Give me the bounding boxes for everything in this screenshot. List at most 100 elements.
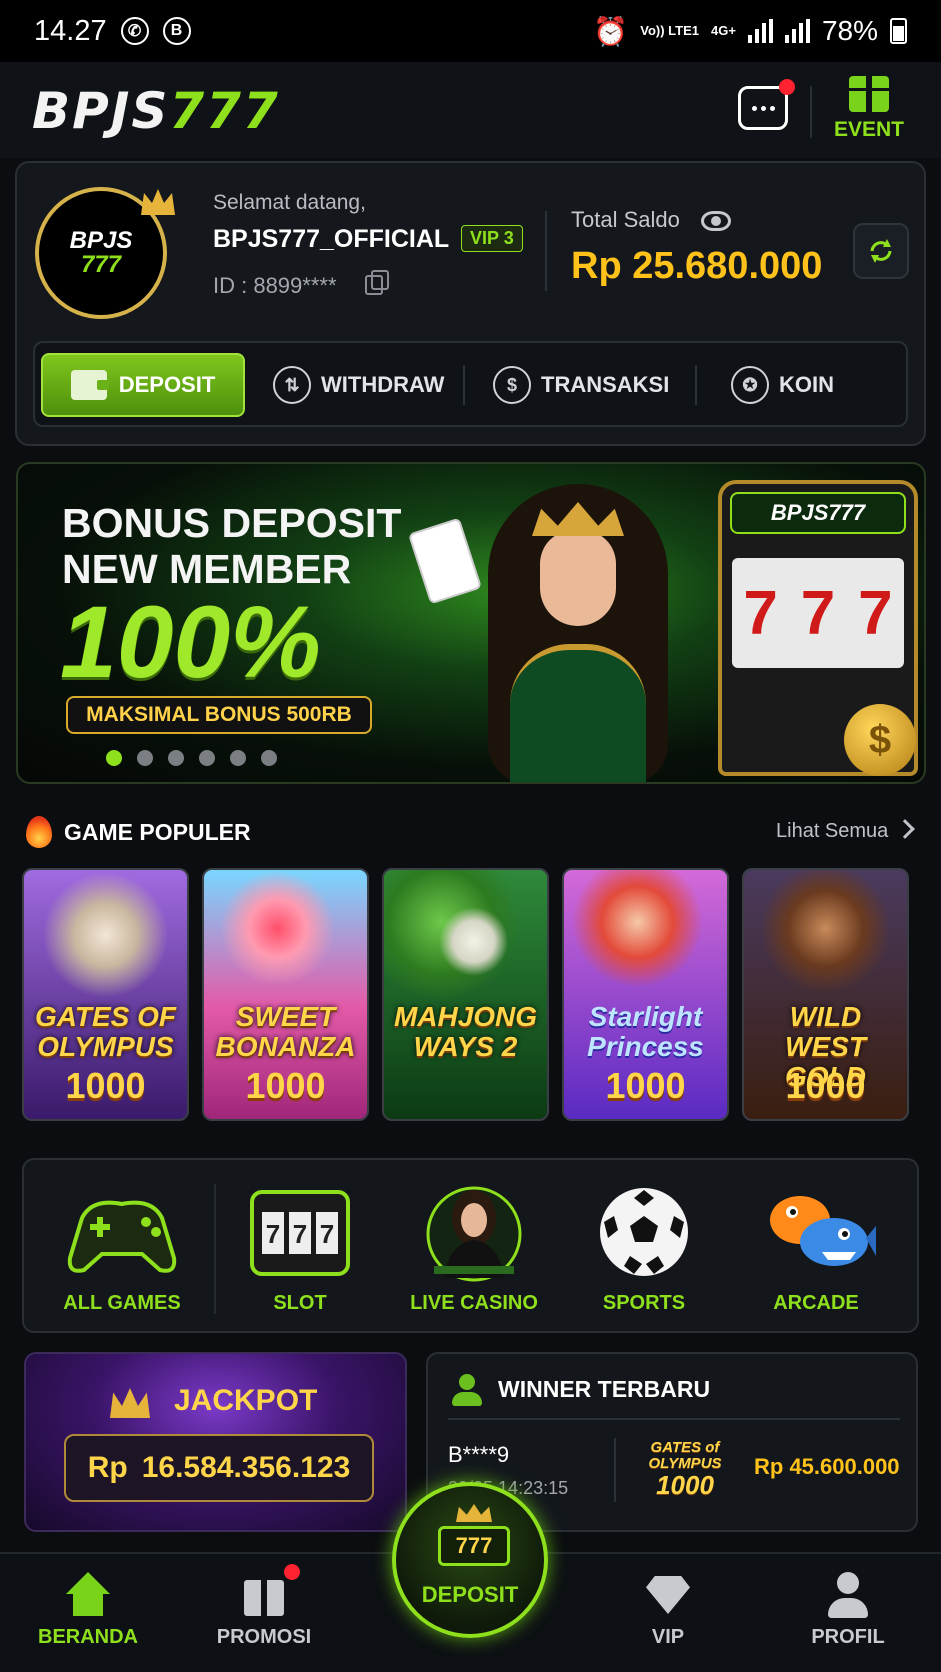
category-slot[interactable]: 777 SLOT: [220, 1178, 380, 1315]
nav-beranda[interactable]: BERANDA: [18, 1572, 158, 1649]
carousel-dot[interactable]: [199, 750, 215, 766]
status-bar: 14.27 ✆ B ⏰ Vo)) LTE1 4G+ 78%: [0, 0, 941, 62]
nav-deposit-button[interactable]: 777 DEPOSIT: [392, 1482, 548, 1638]
carousel-dots[interactable]: [106, 750, 277, 766]
profile-divider: [545, 211, 547, 291]
battery-icon: [890, 18, 907, 44]
category-sports[interactable]: SPORTS: [564, 1178, 724, 1315]
profile-card: BPJS 777 Selamat datang, BPJS777_OFFICIA…: [15, 161, 926, 446]
nav-promosi[interactable]: PROMOSI: [194, 1564, 334, 1649]
chevron-right-icon[interactable]: [895, 819, 915, 839]
koin-button[interactable]: ✪ KOIN: [731, 353, 834, 417]
game-card[interactable]: GATES OF OLYMPUS 1000: [22, 868, 189, 1121]
vip-badge: VIP 3: [461, 225, 523, 252]
game-list: GATES OF OLYMPUS 1000 SWEET BONANZA 1000…: [22, 868, 909, 1121]
gold-coin-image: $: [844, 704, 916, 776]
refresh-button[interactable]: [853, 223, 909, 279]
category-arcade[interactable]: ARCADE: [736, 1178, 896, 1315]
person-icon: [824, 1572, 872, 1618]
withdraw-icon: ⇅: [273, 366, 311, 404]
fish-icon: [756, 1178, 876, 1282]
battery-level: 78%: [821, 15, 878, 46]
game-card[interactable]: SWEET BONANZA 1000: [202, 868, 369, 1121]
winner-amount: Rp 45.600.000: [754, 1454, 900, 1479]
status-time: 14.27: [34, 14, 107, 47]
carousel-dot[interactable]: [168, 750, 184, 766]
winner-title: WINNER TERBARU: [498, 1376, 711, 1402]
category-all-games[interactable]: ALL GAMES: [42, 1178, 202, 1315]
chat-icon[interactable]: [738, 79, 795, 130]
carousel-dot[interactable]: [230, 750, 246, 766]
promo-banner[interactable]: BONUS DEPOSIT NEW MEMBER 100% MAKSIMAL B…: [16, 462, 926, 784]
game-card[interactable]: MAHJONG WAYS 2: [382, 868, 549, 1121]
diamond-icon: [644, 1572, 692, 1618]
see-all-link[interactable]: Lihat Semua: [776, 820, 888, 843]
carousel-dot[interactable]: [106, 750, 122, 766]
crown-icon: [456, 1504, 492, 1522]
category-live-casino[interactable]: LIVE CASINO: [394, 1178, 554, 1315]
jackpot-amount-box: Rp 16.584.356.123: [64, 1434, 374, 1502]
app-logo[interactable]: BPJS777: [32, 82, 280, 140]
crown-icon: [110, 1388, 150, 1418]
user-icon: [450, 1374, 484, 1408]
whatsapp-icon: ✆: [120, 17, 149, 45]
gamepad-icon: [62, 1178, 182, 1282]
category-card: ALL GAMES 777 SLOT LIVE CASINO SPORTS AR…: [22, 1158, 919, 1333]
slot-777-icon: 777: [438, 1526, 510, 1566]
fire-icon: [26, 816, 52, 848]
app-header: BPJS777 EVENT: [0, 62, 941, 158]
winner-user: B****9: [448, 1442, 510, 1467]
notification-dot: [284, 1564, 300, 1580]
event-button[interactable]: EVENT: [828, 76, 910, 142]
dealer-icon: [414, 1178, 534, 1282]
b-app-icon: B: [162, 17, 191, 45]
balance-amount: Rp 25.680.000: [571, 245, 823, 287]
svg-text:7: 7: [266, 1219, 280, 1249]
nav-vip[interactable]: VIP: [598, 1572, 738, 1649]
action-divider: [695, 365, 697, 405]
net-type: 4G+: [711, 23, 736, 38]
copy-icon[interactable]: [365, 270, 389, 295]
game-card[interactable]: Starlight Princess 1000: [562, 868, 729, 1121]
deposit-button[interactable]: DEPOSIT: [41, 353, 245, 417]
game-card[interactable]: WILD WEST GOLD 1000: [742, 868, 909, 1121]
winner-separator: [614, 1438, 616, 1502]
withdraw-button[interactable]: ⇅ WITHDRAW: [273, 353, 444, 417]
username: BPJS777_OFFICIAL: [213, 225, 450, 253]
nav-profil[interactable]: PROFIL: [778, 1572, 918, 1649]
jackpot-title: JACKPOT: [174, 1384, 318, 1417]
crown-icon: [141, 189, 175, 215]
soccer-ball-icon: [584, 1178, 704, 1282]
signal-icon-2: [784, 19, 810, 43]
alarm-icon: ⏰: [593, 15, 629, 47]
transaksi-button[interactable]: $ TRANSAKSI: [493, 353, 669, 417]
popular-section-title: GAME POPULER: [26, 816, 251, 848]
home-icon: [64, 1572, 112, 1618]
eye-icon[interactable]: [701, 211, 731, 231]
notification-dot: [779, 79, 795, 95]
header-divider: [810, 86, 812, 138]
user-id: ID : 8899****: [213, 273, 337, 298]
carousel-dot[interactable]: [137, 750, 153, 766]
winner-divider: [448, 1418, 900, 1420]
signal-icon: [747, 19, 773, 43]
winner-game-logo: GATES of OLYMPUS 1000: [648, 1439, 722, 1500]
slot-machine-icon: 777: [240, 1178, 360, 1282]
jackpot-amount: 16.584.356.123: [141, 1451, 351, 1484]
action-bar: DEPOSIT ⇅ WITHDRAW $ TRANSAKSI ✪ KOIN: [33, 341, 908, 427]
gift-icon: [849, 76, 889, 112]
banner-pill: MAKSIMAL BONUS 500RB: [66, 696, 372, 734]
event-label: EVENT: [833, 118, 904, 141]
welcome-text: Selamat datang,: [213, 191, 366, 214]
action-divider: [463, 365, 465, 405]
balance-label: Total Saldo: [571, 207, 680, 232]
category-divider: [214, 1184, 216, 1314]
carousel-dot[interactable]: [261, 750, 277, 766]
jackpot-card[interactable]: JACKPOT Rp 16.584.356.123: [24, 1352, 407, 1532]
refresh-icon: [870, 239, 892, 263]
banner-percent: 100%: [60, 585, 321, 699]
svg-text:7: 7: [320, 1219, 334, 1249]
queen-illustration: [458, 474, 698, 782]
dollar-icon: $: [493, 366, 531, 404]
svg-text:7: 7: [293, 1219, 307, 1249]
